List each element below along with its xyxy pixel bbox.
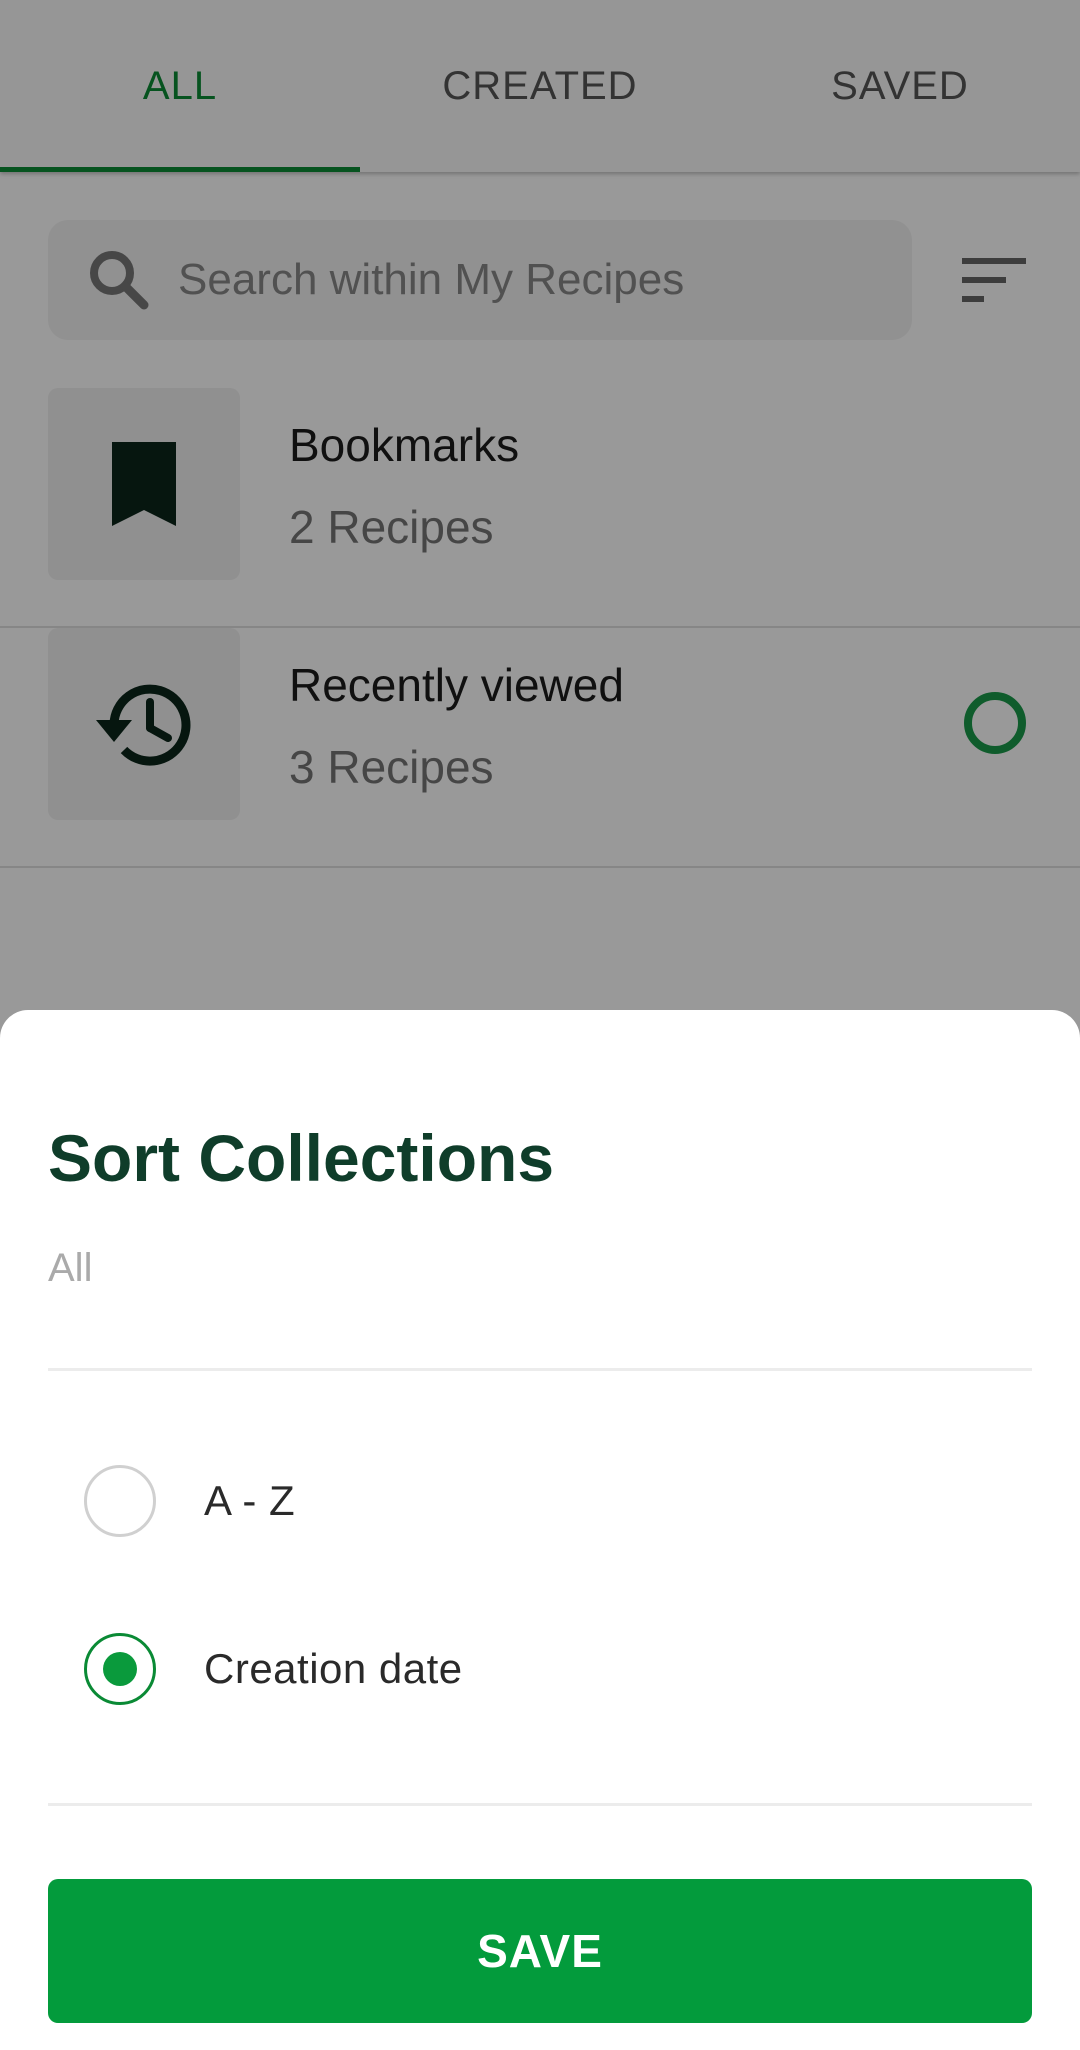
sort-option-label: A - Z [204,1477,296,1524]
sheet-subtitle: All [48,1246,93,1290]
radio-button-unchecked[interactable] [84,1465,156,1537]
sort-option-creation-date[interactable]: Creation date [48,1604,1032,1734]
divider [48,1803,1032,1806]
sort-option-label: Creation date [204,1645,463,1692]
sort-option-a-z[interactable]: A - Z [48,1436,1032,1566]
divider [48,1368,1032,1371]
radio-button-checked[interactable] [84,1633,156,1705]
sort-collections-sheet: Sort Collections All A - Z Creation date… [0,1010,1080,2050]
sheet-title: Sort Collections [48,1121,555,1195]
save-button[interactable]: SAVE [48,1879,1032,2023]
